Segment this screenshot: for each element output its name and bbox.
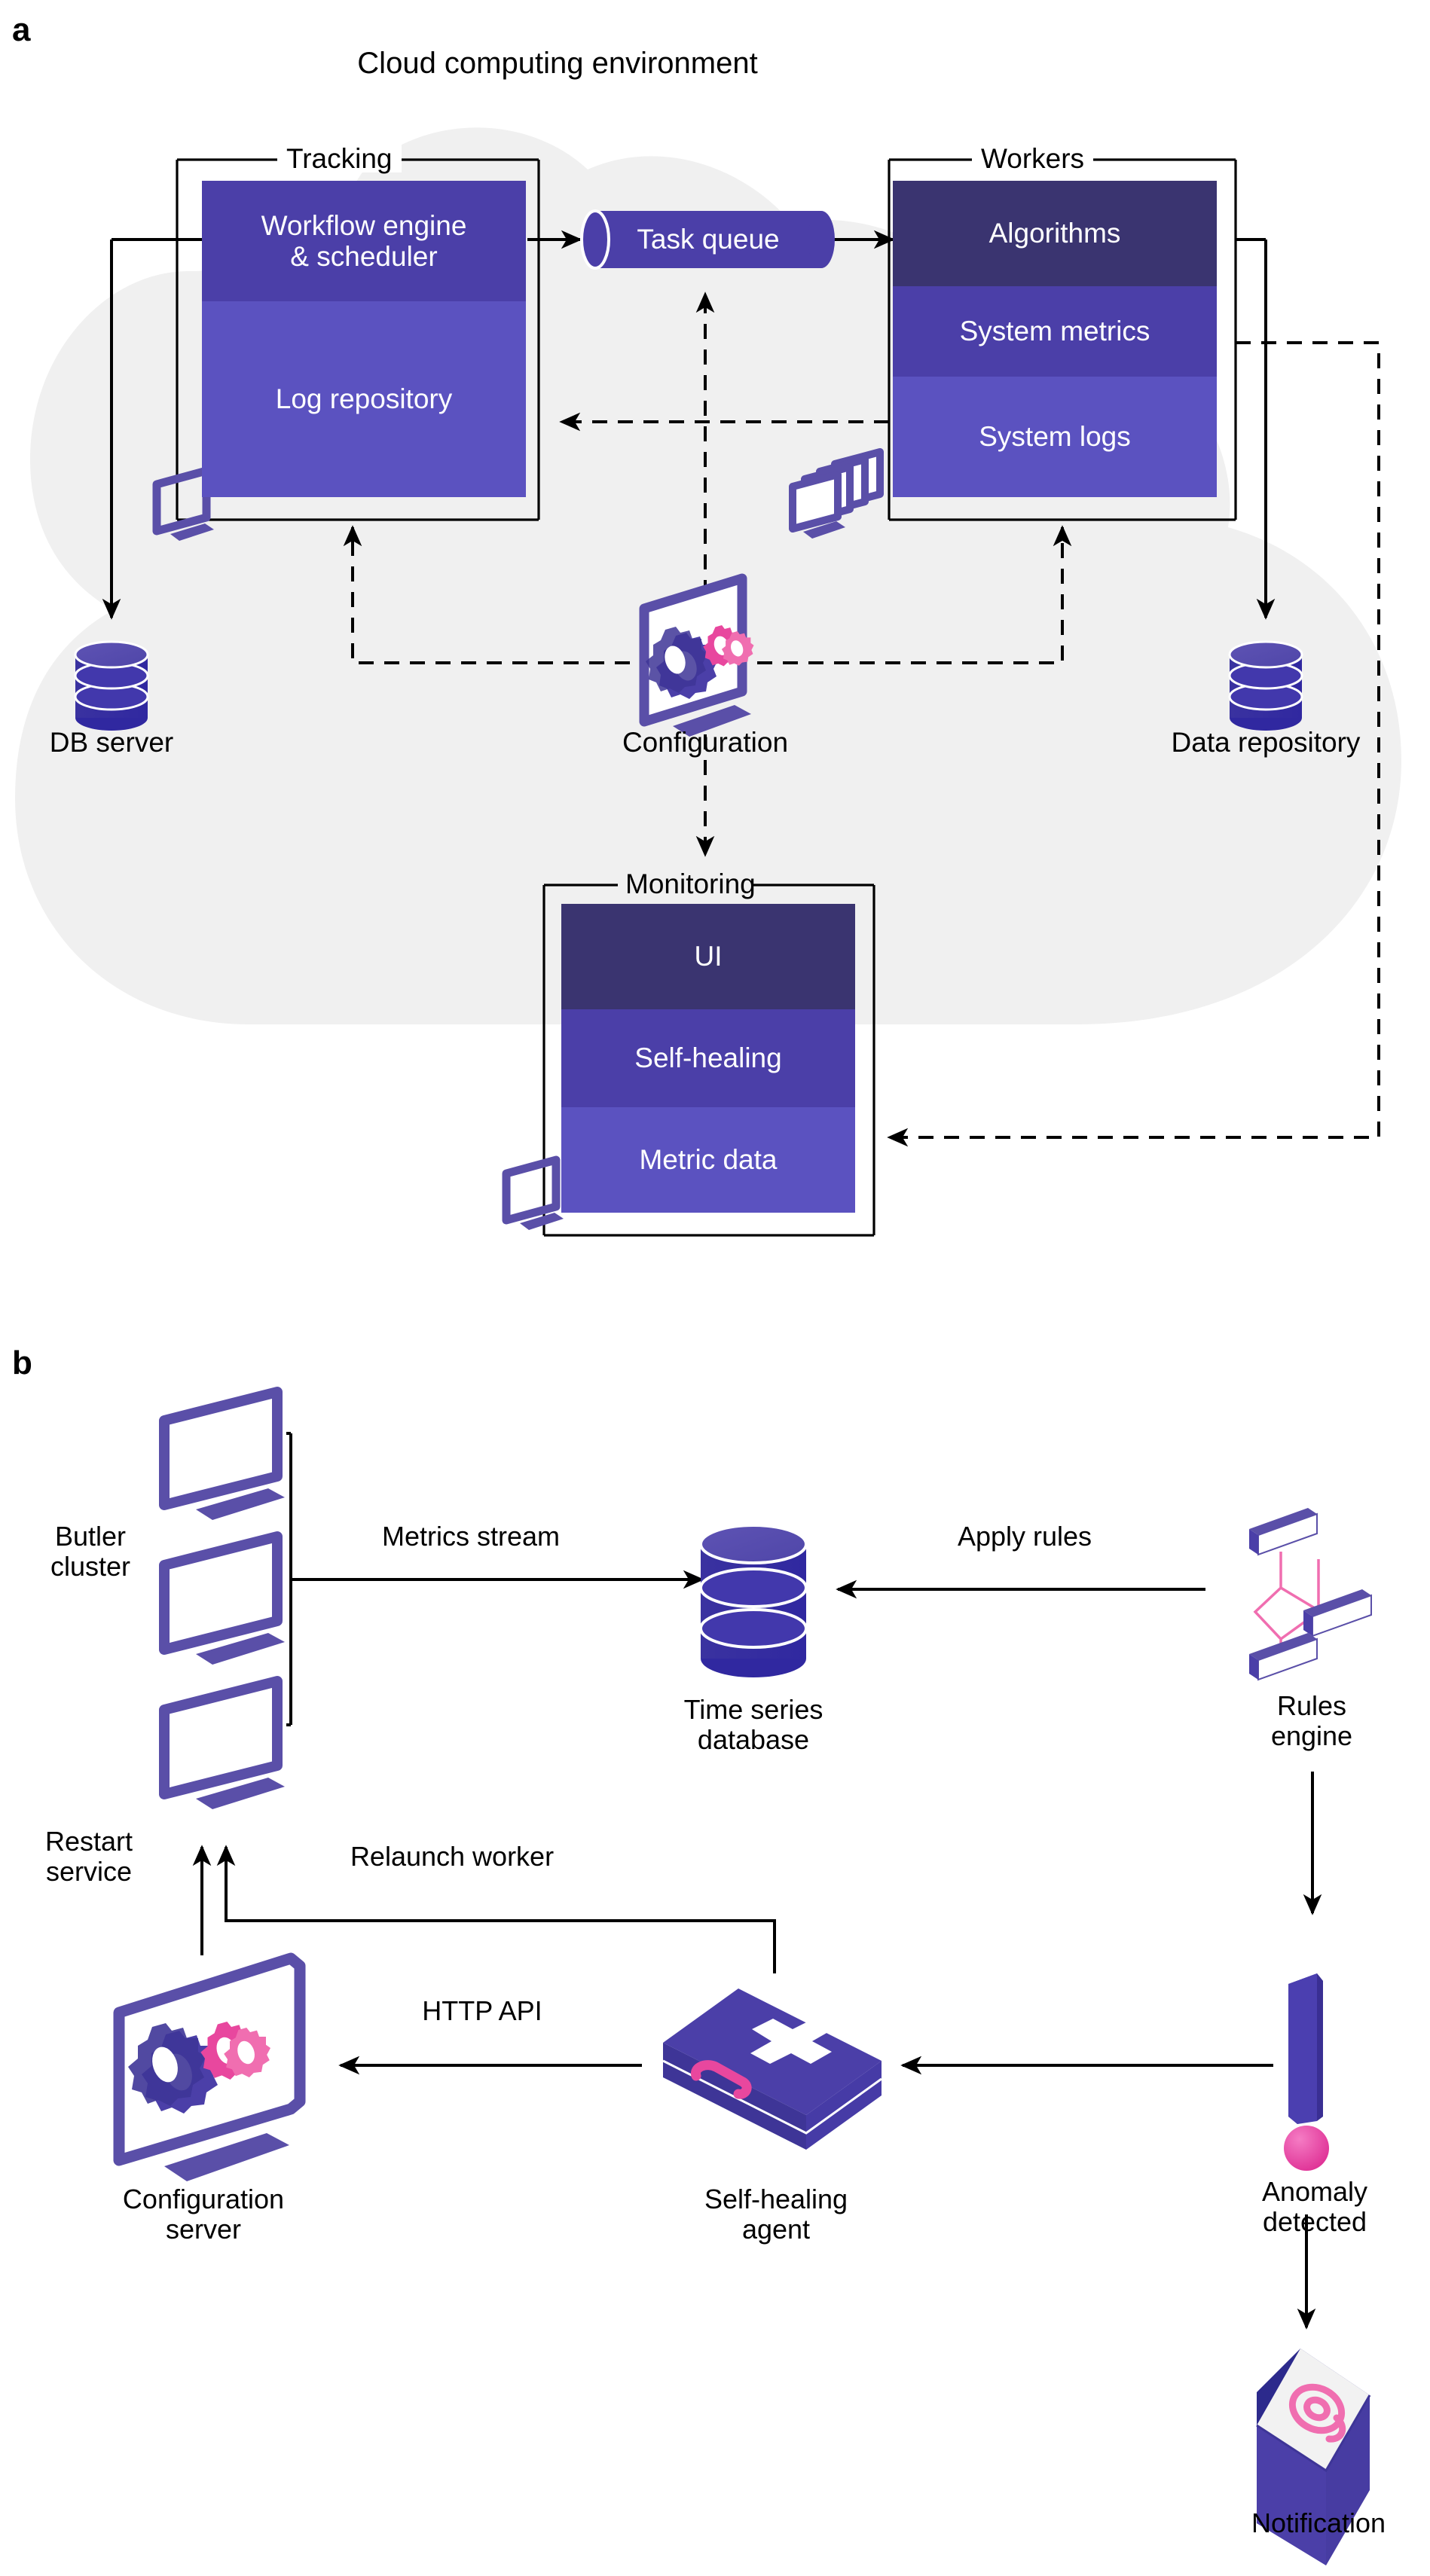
butler-monitor-2-icon	[159, 1531, 285, 1665]
label-configuration-server: Configuration server	[122, 2184, 285, 2245]
rules-bar-right	[1303, 1589, 1372, 1637]
butler-bracket	[286, 1432, 704, 1726]
rules-bar-top	[1249, 1508, 1318, 1556]
data-repository-icon	[1228, 640, 1303, 731]
cloud-title: Cloud computing environment	[357, 47, 758, 80]
label-relaunch-worker: Relaunch worker	[350, 1841, 555, 1872]
figure-root: a b Cloud computing environment Tracking…	[0, 0, 1430, 2576]
label-butler-cluster: Butler cluster	[50, 1521, 131, 1583]
task-queue-label: Task queue	[637, 224, 780, 255]
group-label-workers: Workers	[972, 145, 1094, 172]
label-rules-engine: Rules engine	[1270, 1690, 1353, 1752]
group-label-tracking: Tracking	[277, 145, 402, 172]
block-ui: UI	[561, 904, 855, 1009]
block-metric-data: Metric data	[561, 1107, 855, 1213]
monitoring-monitor-icon	[502, 1155, 564, 1230]
block-algorithms: Algorithms	[893, 181, 1217, 286]
label-db-server: DB server	[49, 727, 174, 758]
label-anomaly-detected: Anomaly detected	[1261, 2176, 1368, 2238]
block-system-metrics: System metrics	[893, 286, 1217, 377]
rules-bar-bottom	[1249, 1633, 1318, 1681]
label-data-repository: Data repository	[1171, 727, 1361, 758]
db-server-icon	[74, 640, 149, 731]
label-http-api: HTTP API	[422, 1995, 542, 2026]
block-self-healing: Self-healing	[561, 1009, 855, 1107]
self-healing-agent-icon	[662, 1988, 882, 2150]
label-time-series-database: Time series database	[683, 1694, 823, 1756]
butler-monitor-3-icon	[159, 1676, 285, 1809]
label-configuration: Configuration	[622, 727, 789, 758]
label-notification: Notification	[1251, 2507, 1386, 2538]
panel-letter-b: b	[12, 1344, 32, 1381]
block-log-repository: Log repository	[202, 301, 526, 497]
group-label-monitoring: Monitoring	[625, 868, 756, 899]
label-self-healing-agent: Self-healing agent	[704, 2184, 848, 2245]
rules-engine-icon	[1249, 1508, 1372, 1681]
configuration-server-icon	[113, 1952, 306, 2181]
butler-monitor-1-icon	[159, 1387, 285, 1520]
block-workflow-engine: Workflow engine & scheduler	[202, 181, 526, 301]
block-system-logs: System logs	[893, 377, 1217, 497]
time-series-database-icon	[699, 1524, 808, 1677]
label-apply-rules: Apply rules	[957, 1521, 1092, 1552]
label-metrics-stream: Metrics stream	[381, 1521, 561, 1552]
anomaly-detected-icon	[1284, 1973, 1329, 2171]
panel-letter-a: a	[12, 11, 31, 48]
label-restart-service: Restart service	[44, 1826, 133, 1888]
